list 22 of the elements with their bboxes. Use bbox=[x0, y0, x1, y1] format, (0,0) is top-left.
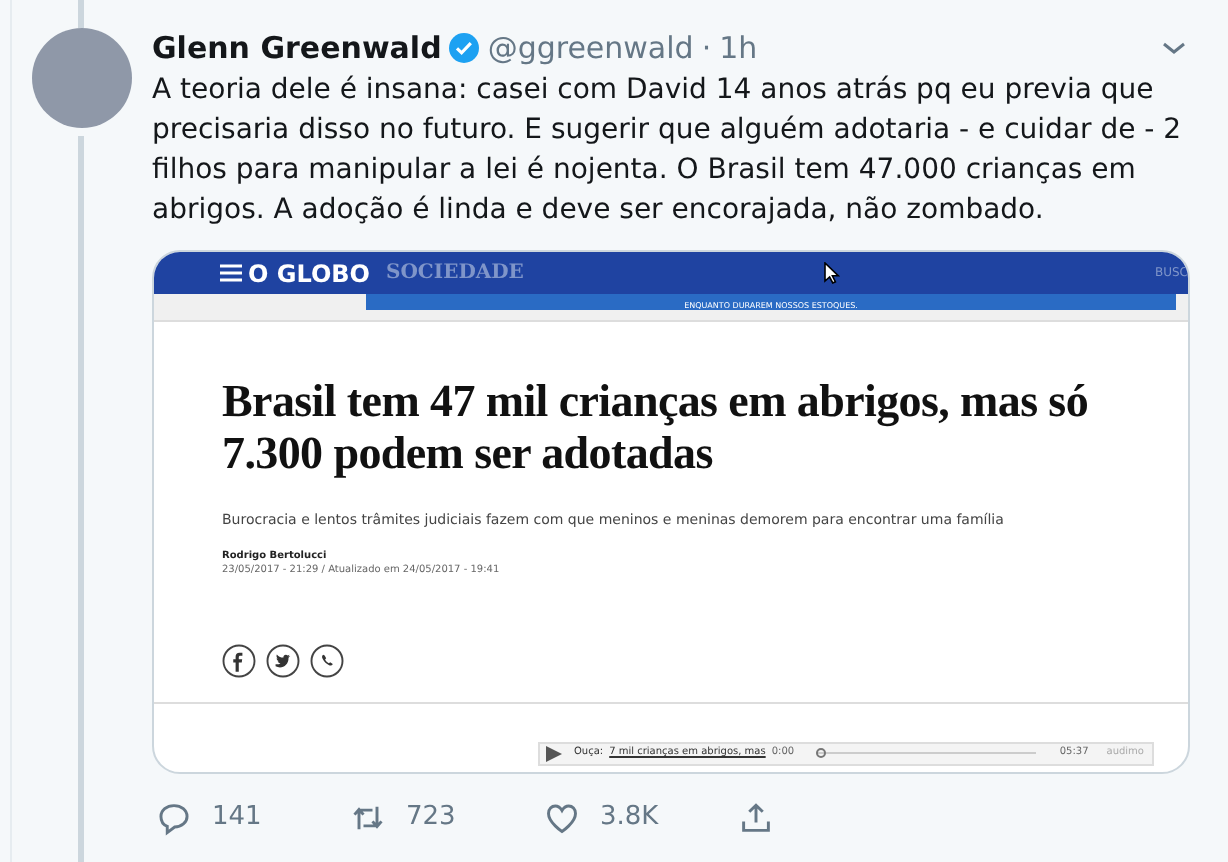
menu-icon[interactable] bbox=[220, 264, 242, 282]
site-logo[interactable]: O GLOBO bbox=[248, 261, 370, 285]
whatsapp-share-icon[interactable] bbox=[310, 643, 344, 677]
twitter-share-icon[interactable] bbox=[266, 643, 300, 677]
separator-dot: · bbox=[701, 27, 712, 70]
like-count: 3.8K bbox=[600, 800, 659, 836]
reply-icon[interactable] bbox=[156, 799, 192, 836]
share-icon[interactable] bbox=[738, 799, 774, 836]
tweet-time[interactable]: 1h bbox=[719, 25, 758, 71]
link-card[interactable] bbox=[152, 250, 1190, 774]
audio-progress-fill[interactable] bbox=[816, 748, 827, 758]
avatar-photo-placeholder[interactable] bbox=[32, 28, 132, 128]
tweet-text: A teoria dele é insana: casei com David 14 anos atrás pq eu previa que precisaria disso no futuro. E sugerir que alguém adotaria - e cuidar de - 2 filhos para manipular a lei é nojenta. O Brasil tem 47.000 crianças em abrigos. A adoção é linda e deve ser encorajada, não zombado. bbox=[152, 72, 1184, 230]
author-handle[interactable]: @ggreenwald bbox=[487, 25, 694, 71]
mouse-cursor-icon bbox=[823, 262, 840, 284]
facebook-share-icon[interactable] bbox=[222, 643, 256, 677]
heart-icon[interactable] bbox=[544, 799, 580, 836]
article-headline: Brasil tem 47 mil crianças em abrigos, mas só 7.300 podem ser adotadas bbox=[222, 376, 1091, 480]
reply-count: 141 bbox=[212, 800, 262, 836]
retweet-count: 723 bbox=[406, 800, 456, 836]
author-name[interactable]: Glenn Greenwald bbox=[152, 25, 442, 71]
section-title[interactable]: SOCIEDADE bbox=[386, 263, 524, 283]
